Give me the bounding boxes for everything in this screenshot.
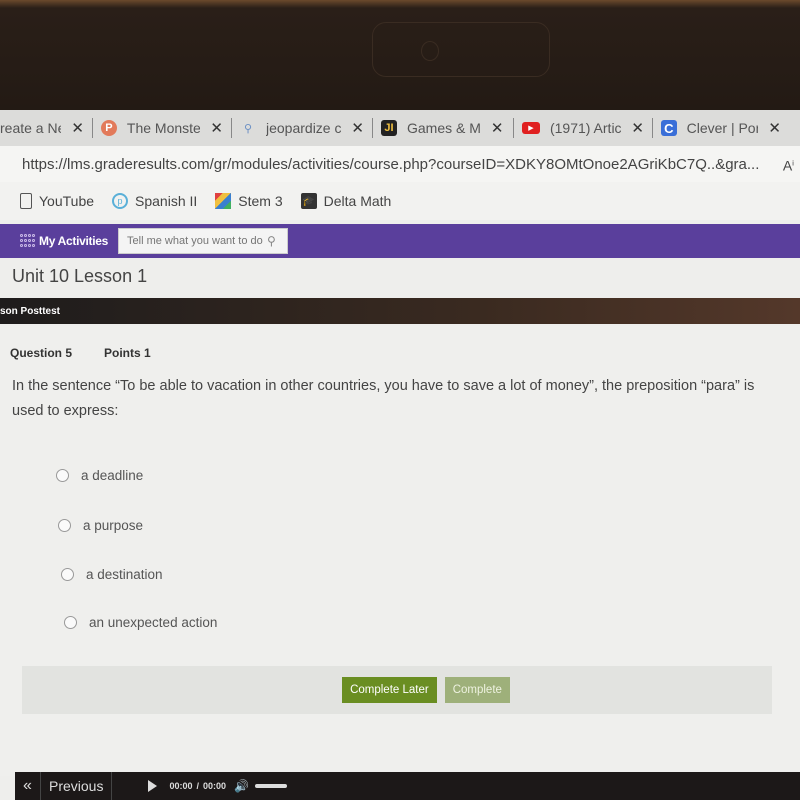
bookmarks-bar: YouTube p Spanish II Stem 3 🎓 Delta Math bbox=[0, 182, 800, 220]
grid-icon bbox=[20, 234, 36, 248]
bookmark-spanish[interactable]: p Spanish II bbox=[112, 193, 197, 209]
spanish-icon: p bbox=[112, 193, 129, 209]
section-title: son Posttest bbox=[0, 305, 61, 317]
clever-icon: C bbox=[661, 120, 677, 136]
choice-option[interactable]: an unexpected action bbox=[64, 615, 217, 630]
volume-icon[interactable]: 🔊 bbox=[234, 779, 249, 793]
tab-games[interactable]: JI Games & M ✕ bbox=[373, 110, 513, 146]
choice-label: a destination bbox=[86, 567, 163, 582]
youtube-icon: ▶ bbox=[522, 122, 540, 134]
tab-title: The Monste bbox=[126, 120, 201, 136]
url-field[interactable]: https://lms.graderesults.com/gr/modules/… bbox=[22, 156, 783, 173]
search-icon: ⚲ bbox=[243, 122, 253, 135]
play-icon[interactable] bbox=[148, 780, 158, 792]
complete-button[interactable]: Complete bbox=[444, 677, 510, 703]
double-chevron-left-icon[interactable]: « bbox=[15, 772, 41, 800]
close-icon[interactable]: ✕ bbox=[631, 119, 644, 137]
address-bar[interactable]: https://lms.graderesults.com/gr/modules/… bbox=[0, 146, 800, 182]
bookmark-stem[interactable]: Stem 3 bbox=[215, 193, 283, 209]
tab-youtube[interactable]: ▶ (1971) Artic ✕ bbox=[514, 110, 652, 146]
search-input[interactable] bbox=[127, 235, 268, 247]
read-aloud-icon[interactable]: Aᵢ bbox=[783, 155, 794, 174]
tab-title: jeopardize c bbox=[265, 120, 342, 136]
webcam-icon bbox=[372, 22, 550, 77]
volume-slider[interactable] bbox=[255, 784, 287, 788]
question-text: In the sentence “To be able to vacation … bbox=[12, 378, 755, 419]
browser-tab-bar: reate a Ne ✕ P The Monste ✕ ⚲ jeopardize… bbox=[0, 110, 800, 146]
question-number: Question 5 bbox=[10, 346, 73, 360]
jl-icon: JI bbox=[381, 120, 397, 136]
powerpoint-icon: P bbox=[101, 120, 117, 136]
choice-label: a deadline bbox=[81, 468, 144, 483]
tab-title: (1971) Artic bbox=[549, 120, 622, 136]
choice-option[interactable]: a deadline bbox=[56, 468, 143, 483]
radio-button[interactable] bbox=[56, 469, 69, 482]
question-points: Points 1 bbox=[104, 346, 151, 360]
page-title: Unit 10 Lesson 1 bbox=[12, 266, 148, 286]
audio-player: 00:00 / 00:00 🔊 bbox=[148, 779, 287, 793]
section-header: son Posttest bbox=[0, 298, 800, 324]
screen: reate a Ne ✕ P The Monste ✕ ⚲ jeopardize… bbox=[0, 110, 800, 800]
tab-create[interactable]: reate a Ne ✕ bbox=[0, 110, 92, 146]
tab-clever[interactable]: C Clever | Por ✕ bbox=[653, 110, 789, 146]
tab-monster[interactable]: P The Monste ✕ bbox=[93, 110, 231, 146]
search-box[interactable]: ⚲ bbox=[118, 228, 289, 254]
action-bar: Complete Later Complete bbox=[22, 666, 772, 714]
radio-button[interactable] bbox=[58, 519, 71, 532]
close-icon[interactable]: ✕ bbox=[491, 119, 504, 137]
tab-jeopardize[interactable]: ⚲ jeopardize c ✕ bbox=[232, 110, 372, 146]
radio-button[interactable] bbox=[61, 568, 74, 581]
question-meta: Question 5 Points 1 bbox=[10, 346, 151, 360]
choice-option[interactable]: a destination bbox=[61, 567, 163, 582]
app-header: My Activities ⚲ bbox=[0, 224, 800, 258]
delta-math-icon: 🎓 bbox=[300, 193, 317, 209]
tab-title: Games & M bbox=[407, 120, 481, 136]
close-icon[interactable]: ✕ bbox=[768, 119, 781, 137]
radio-button[interactable] bbox=[64, 616, 77, 629]
bookmark-label: YouTube bbox=[39, 193, 95, 209]
close-icon[interactable]: ✕ bbox=[351, 119, 364, 137]
choice-label: an unexpected action bbox=[89, 615, 218, 630]
monitor-bezel bbox=[0, 0, 800, 110]
bookmark-label: Delta Math bbox=[323, 193, 392, 209]
previous-button[interactable]: Previous bbox=[41, 772, 113, 800]
complete-later-button[interactable]: Complete Later bbox=[342, 677, 437, 703]
page-icon bbox=[20, 193, 32, 209]
footer-bar: « Previous 00:00 / 00:00 🔊 bbox=[15, 772, 800, 800]
close-icon[interactable]: ✕ bbox=[71, 119, 84, 137]
time-total: 00:00 bbox=[203, 781, 227, 791]
choice-label: a purpose bbox=[83, 518, 144, 533]
time-current: 00:00 bbox=[169, 781, 193, 791]
tab-title: reate a Ne bbox=[0, 120, 62, 136]
choice-option[interactable]: a purpose bbox=[58, 518, 143, 533]
my-activities-link[interactable]: My Activities bbox=[20, 234, 108, 248]
bookmark-label: Spanish II bbox=[135, 193, 198, 209]
bookmark-delta-math[interactable]: 🎓 Delta Math bbox=[300, 193, 392, 209]
close-icon[interactable]: ✕ bbox=[210, 119, 223, 137]
time-separator: / bbox=[196, 781, 200, 791]
bookmark-youtube[interactable]: YouTube bbox=[20, 193, 94, 209]
tab-title: Clever | Por bbox=[686, 120, 759, 136]
bookmark-label: Stem 3 bbox=[238, 193, 283, 209]
my-activities-label: My Activities bbox=[39, 234, 109, 248]
stem-icon bbox=[215, 193, 232, 209]
search-icon[interactable]: ⚲ bbox=[267, 234, 276, 248]
